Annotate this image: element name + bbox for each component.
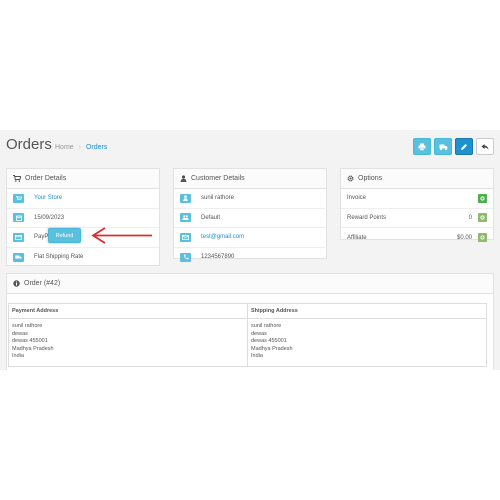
page-title: Orders xyxy=(6,136,52,153)
order-heading: Order (#42) xyxy=(7,274,493,294)
breadcrumb-home[interactable]: Home xyxy=(55,144,74,151)
reward-points-row: Reward Points 0 xyxy=(341,209,493,228)
store-link[interactable]: Your Store xyxy=(34,195,62,201)
email-icon-button[interactable] xyxy=(180,232,191,242)
payment-address-line: Madhya Pradesh xyxy=(12,345,54,352)
cog-icon xyxy=(347,175,354,182)
customer-phone-row: 1234567890 xyxy=(174,248,326,268)
plus-circle-icon xyxy=(480,215,485,220)
reward-points-label: Reward Points xyxy=(347,214,387,221)
customer-email-link[interactable]: test@gmail.com xyxy=(201,234,244,240)
payment-address-line: India xyxy=(12,353,24,359)
payment-address-line: dewas 455001 xyxy=(12,338,48,344)
options-heading: Options xyxy=(341,169,493,189)
affiliate-value: $0.00 xyxy=(456,234,472,241)
breadcrumb-separator: › xyxy=(78,144,81,151)
toolbar xyxy=(413,138,494,155)
store-row: Your Store xyxy=(7,189,159,209)
shipping-address-line: Madhya Pradesh xyxy=(251,345,293,352)
print-shipping-button[interactable] xyxy=(434,138,452,155)
affiliate-row: Affiliate $0.00 xyxy=(341,228,493,248)
store-icon-button[interactable] xyxy=(13,193,24,203)
shipping-method-value: Flat Shipping Rate xyxy=(34,254,84,261)
payment-address-line: sunil rathore xyxy=(12,323,43,329)
date-added-value: 15/09/2023 xyxy=(34,214,65,221)
invoice-row: Invoice xyxy=(341,189,493,209)
payment-address-header: Payment Address xyxy=(8,303,248,319)
breadcrumb: Home › Orders xyxy=(55,144,107,151)
shipping-address-line: dewas 455001 xyxy=(251,338,287,344)
shipping-address-line: India xyxy=(251,353,263,359)
date-icon-button[interactable] xyxy=(13,213,24,223)
envelope-icon xyxy=(182,234,189,240)
options-panel: Options Invoice Reward Points 0 Affiliat… xyxy=(340,168,494,243)
order-info-page: Orders Home › Orders Order Details Your … xyxy=(0,130,500,370)
refund-button[interactable]: Refund xyxy=(48,228,81,243)
edit-button[interactable] xyxy=(455,138,473,155)
order-details-heading: Order Details xyxy=(7,169,159,189)
truck-icon xyxy=(15,255,22,259)
customer-email-row: test@gmail.com xyxy=(174,228,326,248)
user-icon xyxy=(180,175,187,182)
options-title: Options xyxy=(358,175,383,182)
customer-details-title: Customer Details xyxy=(191,175,245,182)
cog-icon xyxy=(480,196,485,201)
plus-circle-icon xyxy=(480,235,485,240)
reply-icon xyxy=(481,143,489,150)
breadcrumb-orders[interactable]: Orders xyxy=(86,144,107,151)
affiliate-label: Affiliate xyxy=(347,234,367,241)
customer-group-value: Default xyxy=(201,214,221,221)
shipping-address-header: Shipping Address xyxy=(247,303,487,319)
user-icon xyxy=(183,195,188,202)
order-details-title: Order Details xyxy=(25,175,67,182)
customer-group-row: Default xyxy=(174,209,326,228)
customer-icon-button[interactable] xyxy=(180,193,191,203)
customer-phone-value: 1234567890 xyxy=(201,254,235,261)
shipping-address-line: dewas xyxy=(251,330,267,337)
payment-address-line: dewas xyxy=(12,330,28,337)
credit-card-icon xyxy=(15,234,22,240)
phone-icon-button[interactable] xyxy=(180,252,191,262)
add-commission-button[interactable] xyxy=(478,233,487,243)
customer-name-row: sunil rathore xyxy=(174,189,326,209)
order-title: Order (#42) xyxy=(24,280,61,287)
address-header-row: Payment Address Shipping Address xyxy=(8,303,487,319)
reward-points-value: 0 xyxy=(468,214,472,221)
truck-icon xyxy=(439,144,447,150)
add-reward-button[interactable] xyxy=(478,213,487,223)
payment-icon-button[interactable] xyxy=(13,232,24,242)
shipping-icon-button[interactable] xyxy=(13,252,24,262)
info-circle-icon xyxy=(13,280,20,287)
address-table: Payment Address Shipping Address sunil r… xyxy=(8,303,487,367)
print-icon xyxy=(418,143,426,151)
address-row: sunil rathore dewas dewas 455001 Madhya … xyxy=(8,318,487,367)
customer-name-value: sunil rathore xyxy=(201,195,235,202)
cart-icon xyxy=(13,175,21,182)
annotation-arrow xyxy=(91,227,152,244)
generate-invoice-button[interactable] xyxy=(478,193,487,203)
phone-icon xyxy=(183,254,188,260)
customer-details-panel: Customer Details sunil rathore Default t… xyxy=(173,168,327,262)
payment-address-cell: sunil rathore dewas dewas 455001 Madhya … xyxy=(8,318,248,367)
calendar-icon xyxy=(15,215,22,221)
users-icon xyxy=(182,215,189,221)
shipping-address-line: sunil rathore xyxy=(251,323,282,329)
invoice-label: Invoice xyxy=(347,195,367,202)
pencil-icon xyxy=(461,143,467,150)
order-details-panel: Order Details Your Store 15/09/2023 PayP… xyxy=(6,168,160,266)
shipping-address-cell: sunil rathore dewas dewas 455001 Madhya … xyxy=(247,318,487,367)
customer-details-heading: Customer Details xyxy=(174,169,326,189)
customer-group-icon-button[interactable] xyxy=(180,213,191,223)
shopping-cart-icon xyxy=(15,195,22,200)
shipping-method-row: Flat Shipping Rate xyxy=(7,248,159,268)
print-invoice-button[interactable] xyxy=(413,138,431,155)
back-button[interactable] xyxy=(476,138,494,155)
